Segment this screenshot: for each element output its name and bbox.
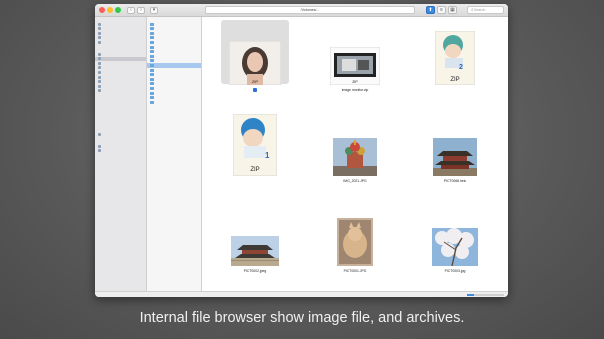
sidebar-item[interactable] <box>95 89 146 94</box>
folder-icon <box>150 73 154 77</box>
file-name: IMG_2021.JPG <box>305 179 405 183</box>
file-thumbnail <box>333 138 377 176</box>
folder-icon <box>150 86 154 90</box>
path-field[interactable]: /Volumes/... <box>205 6 415 14</box>
folder-tree-item[interactable] <box>147 100 201 105</box>
file-item[interactable]: PICT0003.jpg <box>405 200 505 292</box>
folder-icon <box>150 91 154 95</box>
file-thumbnail <box>337 218 373 266</box>
history-icon <box>98 132 101 136</box>
folder-icon <box>98 75 101 79</box>
folder-icon <box>98 57 101 61</box>
file-name-text: IMG_2021.JPG <box>343 179 367 183</box>
title-bar: ‹ › ▾ /Volumes/... ⬆ ≡ ▦ Search ⌕ <box>95 4 508 17</box>
folder-icon <box>150 63 154 67</box>
folder-icon <box>150 50 154 54</box>
drive-icon <box>98 36 101 40</box>
file-item[interactable]: 1 ZIP <box>205 110 305 202</box>
folder-icon <box>150 54 154 58</box>
file-name: PICT0001.JPG <box>305 269 405 273</box>
file-item[interactable]: ZIP <box>205 19 305 111</box>
file-thumbnail: 1 ZIP <box>232 113 278 177</box>
file-browser-window: ‹ › ▾ /Volumes/... ⬆ ≡ ▦ Search ⌕ ZIP ZI… <box>95 4 508 297</box>
folder-icon <box>150 82 154 86</box>
file-name-text: PICT0001.JPG <box>343 269 367 273</box>
file-thumbnail <box>433 138 477 176</box>
caption-line-1: Internal file browser show image file, a… <box>139 310 465 326</box>
file-thumbnail: ZIP <box>329 46 381 86</box>
folder-icon <box>150 40 154 44</box>
file-item[interactable]: 2 ZIP <box>405 19 505 111</box>
folder-icon <box>150 27 154 31</box>
file-thumbnail <box>231 236 279 266</box>
folder-icon <box>150 45 154 49</box>
drive-icon <box>98 27 101 31</box>
folder-icon <box>150 31 154 35</box>
back-button[interactable]: ‹ <box>127 7 135 14</box>
search-icon: ⌕ <box>471 7 474 13</box>
file-name-text: PICT0003.jpg <box>444 269 466 273</box>
file-thumbnail: 2 ZIP <box>434 30 476 86</box>
file-item[interactable]: PICT0002.jpeg <box>205 200 305 292</box>
close-window-button[interactable] <box>99 7 105 13</box>
file-item[interactable]: PICT0001.JPG <box>305 200 405 292</box>
folder-tree <box>147 17 202 291</box>
folder-icon <box>98 52 101 56</box>
svg-text:ZIP: ZIP <box>450 77 459 83</box>
folder-icon <box>150 100 154 104</box>
drive-icon <box>98 40 101 44</box>
svg-text:1: 1 <box>265 151 270 160</box>
sidebar-item[interactable] <box>95 40 146 45</box>
forward-button[interactable]: › <box>137 7 145 14</box>
load-progress-fill <box>467 294 475 296</box>
sidebar-item[interactable] <box>95 132 146 137</box>
server-icon <box>98 89 101 93</box>
sidebar <box>95 17 147 291</box>
file-item[interactable]: IMG_2021.JPG <box>305 110 405 202</box>
file-name-text: PICT0002.jpeg <box>243 269 267 273</box>
file-name: image monitor.zip <box>305 88 405 92</box>
grid-view-icon[interactable]: ▦ <box>448 6 457 14</box>
server-icon <box>98 84 101 88</box>
minimize-window-button[interactable] <box>107 7 113 13</box>
drive-icon <box>98 22 101 26</box>
sidebar-item[interactable] <box>95 149 146 154</box>
folder-icon <box>150 77 154 81</box>
folder-icon <box>98 66 101 70</box>
file-item[interactable]: PICT0068.heic <box>405 110 505 202</box>
file-grid: ZIP ZIP image monitor.zip 2 ZIP 1 ZIP IMG_2021.… <box>202 17 508 291</box>
folder-icon <box>150 59 154 63</box>
plus-icon <box>98 149 101 153</box>
svg-text:2: 2 <box>459 64 463 71</box>
share-icon[interactable]: ⬆ <box>426 6 435 14</box>
folder-icon <box>98 61 101 65</box>
folder-tree-list <box>147 22 201 105</box>
svg-text:ZIP: ZIP <box>250 167 259 173</box>
file-name-text: image monitor.zip <box>341 88 369 92</box>
view-options-button[interactable]: ▾ <box>150 7 158 14</box>
file-item[interactable]: ZIP image monitor.zip <box>305 19 405 111</box>
server-icon <box>98 80 101 84</box>
svg-text:ZIP: ZIP <box>352 80 358 84</box>
file-name: PICT0068.heic <box>405 179 505 183</box>
folder-icon <box>98 70 101 74</box>
zoom-window-button[interactable] <box>115 7 121 13</box>
status-bar <box>95 291 508 297</box>
file-name-text: PICT0068.heic <box>443 179 467 183</box>
file-name: PICT0003.jpg <box>405 269 505 273</box>
list-view-icon[interactable]: ≡ <box>437 6 446 14</box>
plus-icon <box>98 144 101 148</box>
drive-icon <box>98 31 101 35</box>
load-progress-bar <box>467 294 504 296</box>
folder-icon <box>150 68 154 72</box>
file-name <box>205 88 305 92</box>
folder-icon <box>150 96 154 100</box>
file-thumbnail <box>432 228 478 267</box>
file-name: PICT0002.jpeg <box>205 269 305 273</box>
file-name-text <box>253 88 257 92</box>
folder-icon <box>150 22 154 26</box>
file-thumbnail: ZIP <box>228 40 282 86</box>
svg-text:ZIP: ZIP <box>252 79 259 84</box>
folder-icon <box>150 36 154 40</box>
